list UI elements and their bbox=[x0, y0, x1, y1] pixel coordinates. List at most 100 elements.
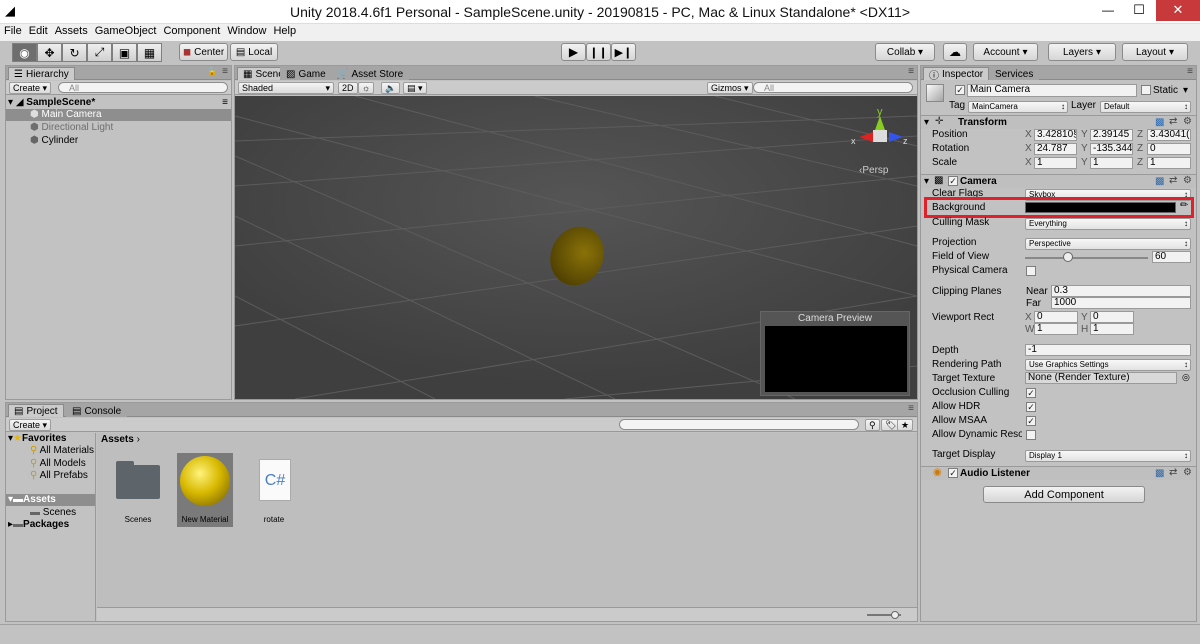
scale-z-field[interactable]: 1 bbox=[1147, 157, 1191, 169]
tab-project[interactable]: ▤ Project bbox=[8, 404, 64, 417]
favorites-item[interactable]: ▾★Favorites bbox=[8, 433, 66, 444]
viewport-y-field[interactable]: 0 bbox=[1090, 311, 1134, 323]
position-y-field[interactable]: 2.39145 bbox=[1090, 129, 1133, 141]
preset-icon[interactable]: ⇄ bbox=[1169, 175, 1177, 186]
filter-type-icon[interactable]: ⚲ bbox=[865, 419, 880, 431]
favorite-star-icon[interactable]: ★ bbox=[897, 419, 914, 431]
rendering-path-dropdown[interactable]: Use Graphics Settings bbox=[1025, 359, 1191, 371]
object-picker-icon[interactable]: ◎ bbox=[1182, 372, 1190, 383]
preset-icon[interactable]: ⇄ bbox=[1169, 467, 1177, 478]
scene-orientation-gizmo[interactable]: y x z bbox=[851, 102, 911, 158]
play-button[interactable]: ▶ bbox=[561, 43, 586, 61]
breadcrumb[interactable]: Assets › bbox=[101, 434, 140, 445]
fov-slider-track[interactable] bbox=[1025, 257, 1148, 259]
rotate-tool-icon[interactable]: ↻ bbox=[62, 43, 87, 62]
scene-search-input[interactable]: All bbox=[753, 82, 913, 93]
help-icon[interactable]: ▩ bbox=[1155, 468, 1164, 479]
tab-console[interactable]: ▤ Console bbox=[66, 404, 128, 417]
scene-root[interactable]: ▾ ◢ SampleScene* ≡ bbox=[8, 97, 230, 109]
effects-toggle-icon[interactable]: ▤ ▾ bbox=[403, 82, 427, 94]
menu-gameobject[interactable]: GameObject bbox=[91, 24, 160, 37]
eyedropper-icon[interactable]: ✏ bbox=[1180, 200, 1188, 211]
target-texture-field[interactable]: None (Render Texture) bbox=[1025, 372, 1177, 384]
asset-rotate-script[interactable]: C# rotate bbox=[247, 455, 301, 527]
scene-viewport[interactable]: y x z ‹Persp Camera Preview bbox=[235, 96, 917, 399]
menu-assets[interactable]: Assets bbox=[51, 24, 91, 37]
move-tool-icon[interactable]: ✥ bbox=[37, 43, 62, 62]
object-name-field[interactable]: Main Camera bbox=[967, 84, 1137, 97]
background-color-swatch[interactable] bbox=[1025, 202, 1176, 213]
static-dropdown-icon[interactable]: ▾ bbox=[1183, 85, 1188, 96]
static-checkbox[interactable] bbox=[1141, 85, 1151, 95]
favorite-all-prefabs[interactable]: ⚲ All Prefabs bbox=[30, 470, 88, 481]
scale-x-field[interactable]: 1 bbox=[1034, 157, 1077, 169]
component-gear-icon[interactable]: ⚙ bbox=[1183, 116, 1192, 127]
target-display-dropdown[interactable]: Display 1 bbox=[1025, 450, 1191, 462]
near-field[interactable]: 0.3 bbox=[1051, 285, 1191, 297]
cloud-icon[interactable]: ☁ bbox=[943, 43, 967, 61]
physical-camera-checkbox[interactable] bbox=[1026, 266, 1036, 276]
viewport-w-field[interactable]: 1 bbox=[1034, 323, 1078, 335]
maximize-button[interactable]: ☐ bbox=[1126, 2, 1152, 18]
component-gear-icon[interactable]: ⚙ bbox=[1183, 467, 1192, 478]
tab-inspector[interactable]: ⓘ Inspector bbox=[923, 67, 990, 82]
audio-listener-header[interactable]: ◉ ✓ Audio Listener ▩ ⇄ ⚙ bbox=[921, 466, 1196, 480]
transform-header[interactable]: ▾ ✛ Transform ▩ ⇄ ⚙ bbox=[921, 115, 1196, 129]
favorite-all-materials[interactable]: ⚲ All Materials bbox=[30, 445, 94, 456]
pivot-local-button[interactable]: ▤ Local bbox=[230, 43, 278, 61]
active-checkbox[interactable]: ✓ bbox=[955, 85, 965, 95]
panel-menu-icon[interactable]: ≡ bbox=[908, 403, 914, 414]
add-component-button[interactable]: Add Component bbox=[983, 486, 1145, 503]
close-button[interactable]: ✕ bbox=[1156, 0, 1200, 21]
icon-size-slider[interactable] bbox=[867, 611, 901, 619]
camera-enabled-checkbox[interactable]: ✓ bbox=[948, 176, 958, 186]
shading-mode-dropdown[interactable]: Shaded ▾ bbox=[238, 82, 334, 94]
rotation-x-field[interactable]: 24.787 bbox=[1034, 143, 1077, 155]
rotation-y-field[interactable]: -135.344 bbox=[1090, 143, 1133, 155]
lock-icon[interactable]: 🔒 bbox=[207, 67, 217, 76]
gizmos-dropdown[interactable]: Gizmos ▾ bbox=[707, 82, 753, 94]
pivot-center-button[interactable]: ◼ Center bbox=[179, 43, 228, 61]
tab-game[interactable]: ▨ Game bbox=[280, 67, 332, 80]
projection-dropdown[interactable]: Perspective bbox=[1025, 238, 1191, 250]
panel-menu-icon[interactable]: ≡ bbox=[908, 66, 914, 77]
dynamic-resolution-checkbox[interactable] bbox=[1026, 430, 1036, 440]
favorite-all-models[interactable]: ⚲ All Models bbox=[30, 458, 86, 469]
layout-dropdown[interactable]: Layout ▾ bbox=[1122, 43, 1188, 61]
rect-tool-icon[interactable]: ▣ bbox=[112, 43, 137, 62]
asset-scenes[interactable]: Scenes bbox=[111, 455, 165, 527]
minimize-button[interactable]: — bbox=[1095, 3, 1121, 17]
viewport-h-field[interactable]: 1 bbox=[1090, 323, 1134, 335]
layer-dropdown[interactable]: Default bbox=[1100, 101, 1191, 113]
create-dropdown[interactable]: Create ▾ bbox=[9, 82, 52, 94]
view-tool-icon[interactable]: ◉ bbox=[12, 43, 37, 62]
tab-asset-store[interactable]: 🛒 Asset Store bbox=[330, 67, 410, 80]
menu-help[interactable]: Help bbox=[269, 24, 299, 37]
position-z-field[interactable]: 3.43041( bbox=[1147, 129, 1191, 141]
asset-new-material[interactable]: New Material bbox=[177, 453, 233, 527]
scale-tool-icon[interactable]: ⤢ bbox=[87, 43, 112, 62]
hierarchy-item-cylinder[interactable]: ⬢ Cylinder bbox=[30, 135, 78, 146]
packages-folder-item[interactable]: ▸▬Packages bbox=[8, 519, 69, 530]
allow-hdr-checkbox[interactable]: ✓ bbox=[1026, 402, 1036, 412]
tag-dropdown[interactable]: MainCamera bbox=[968, 101, 1068, 113]
audio-listener-checkbox[interactable]: ✓ bbox=[948, 468, 958, 478]
allow-msaa-checkbox[interactable]: ✓ bbox=[1026, 416, 1036, 426]
fov-slider-thumb[interactable] bbox=[1063, 252, 1073, 262]
menu-component[interactable]: Component bbox=[159, 24, 223, 37]
scale-y-field[interactable]: 1 bbox=[1090, 157, 1133, 169]
position-x-field[interactable]: 3.42810§ bbox=[1034, 129, 1077, 141]
camera-header[interactable]: ▾ ▩ ✓ Camera ▩ ⇄ ⚙ bbox=[921, 174, 1196, 188]
step-button[interactable]: ▶❙ bbox=[611, 43, 636, 61]
project-create-dropdown[interactable]: Create ▾ bbox=[9, 419, 52, 431]
culling-mask-dropdown[interactable]: Everything bbox=[1025, 218, 1191, 230]
menu-window[interactable]: Window bbox=[223, 24, 269, 37]
depth-field[interactable]: -1 bbox=[1025, 344, 1191, 356]
assets-folder-item[interactable]: ▾▬Assets bbox=[6, 494, 95, 506]
viewport-x-field[interactable]: 0 bbox=[1034, 311, 1078, 323]
menu-edit[interactable]: Edit bbox=[25, 24, 51, 37]
layers-dropdown[interactable]: Layers ▾ bbox=[1048, 43, 1116, 61]
lighting-toggle-icon[interactable]: ☼ bbox=[358, 82, 375, 94]
help-icon[interactable]: ▩ bbox=[1155, 117, 1164, 128]
scene-menu-icon[interactable]: ≡ bbox=[222, 97, 228, 108]
